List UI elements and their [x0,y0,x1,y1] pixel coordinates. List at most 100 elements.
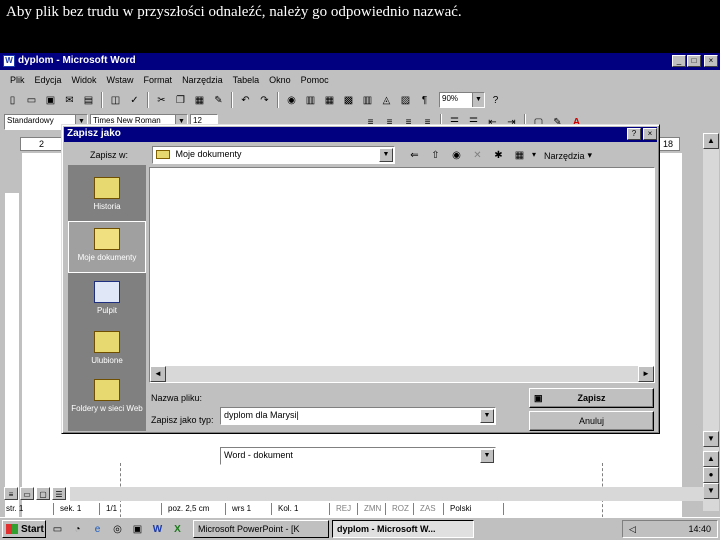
filetype-select[interactable]: Word - dokument ▼ [220,447,496,465]
status-ext[interactable]: ROZ [386,503,414,515]
spelling-icon[interactable]: ✓ [126,92,143,109]
help-icon[interactable]: ? [487,92,504,109]
print-preview-icon[interactable]: ◫ [107,92,124,109]
scroll-up-icon[interactable]: ▲ [703,133,719,149]
tools-label: Narzędzia [544,150,585,161]
normal-view-icon[interactable]: ≡ [4,487,18,500]
zoom-select[interactable]: 90% ▼ [439,92,485,108]
quicklaunch-channel-icon[interactable]: ◎ [109,521,126,538]
undo-icon[interactable]: ↶ [237,92,254,109]
speaker-icon[interactable]: ◁ [629,524,636,535]
minimize-button[interactable]: _ [672,55,686,67]
menu-narzedzia[interactable]: Narzędzia [182,75,223,85]
document-map-icon[interactable]: ▨ [397,92,414,109]
status-line: wrs 1 [226,503,272,515]
close-button[interactable]: × [704,55,718,67]
dialog-help-button[interactable]: ? [627,128,641,140]
search-web-icon[interactable]: ◉ [448,147,465,164]
menu-okno[interactable]: Okno [269,75,291,85]
chevron-down-icon[interactable]: ▼ [480,449,494,463]
place-historia[interactable]: Historia [68,171,146,223]
next-page-icon[interactable]: ▼ [703,483,719,499]
status-rec[interactable]: REJ [330,503,358,515]
status-trk[interactable]: ZMN [358,503,386,515]
word-app-icon[interactable]: W [3,55,15,67]
previous-page-icon[interactable]: ▲ [703,451,719,467]
hyperlink-icon[interactable]: ◉ [283,92,300,109]
email-icon[interactable]: ✉ [61,92,78,109]
quicklaunch-desktop-icon[interactable]: ▭ [49,521,66,538]
show-hide-icon[interactable]: ¶ [416,92,433,109]
scroll-right-icon[interactable]: ► [638,366,654,382]
insert-excel-icon[interactable]: ▩ [340,92,357,109]
file-list[interactable] [149,167,655,383]
paste-icon[interactable]: ▦ [191,92,208,109]
delete-icon[interactable]: ✕ [469,147,486,164]
up-folder-icon[interactable]: ⇧ [427,147,444,164]
menu-tabela[interactable]: Tabela [233,75,260,85]
cancel-button[interactable]: Anuluj [529,411,654,431]
chevron-down-icon[interactable]: ▼ [379,148,393,162]
tables-icon[interactable]: ▥ [302,92,319,109]
chevron-down-icon[interactable]: ▼ [480,409,494,423]
dialog-close-button[interactable]: × [643,128,657,140]
browse-object-icon[interactable]: ● [703,467,719,483]
cut-icon[interactable]: ✂ [153,92,170,109]
place-label: Ulubione [91,356,123,365]
outline-view-icon[interactable]: ☰ [52,487,66,500]
window-titlebar[interactable]: dyplom - Microsoft Word [0,53,720,70]
my-documents-folder-icon [94,228,120,250]
drawing-icon[interactable]: ◬ [378,92,395,109]
copy-icon[interactable]: ❐ [172,92,189,109]
horizontal-scrollbar[interactable] [70,487,704,501]
toolbar-separator [147,92,149,108]
place-ulubione[interactable]: Ulubione [68,325,146,377]
redo-icon[interactable]: ↷ [256,92,273,109]
quicklaunch-powerpoint-icon[interactable]: ▣ [129,521,146,538]
save-disk-icon[interactable]: ▣ [42,92,59,109]
task-powerpoint[interactable]: Microsoft PowerPoint - [K [193,520,329,538]
place-pulpit[interactable]: Pulpit [68,275,146,327]
maximize-button[interactable]: □ [687,55,701,67]
menu-wstaw[interactable]: Wstaw [107,75,134,85]
quicklaunch-outlook-icon[interactable]: ◔ [69,521,86,538]
save-button[interactable]: ▣ Zapisz [529,388,654,408]
vertical-scrollbar[interactable]: ▲ ▼ ▲ ● ▼ [703,133,719,511]
open-folder-icon[interactable]: ▭ [23,92,40,109]
menu-pomoc[interactable]: Pomoc [301,75,329,85]
place-moje-dokumenty[interactable]: Moje dokumenty [68,221,146,273]
place-web-folders[interactable]: Foldery w sieci Web [68,373,146,425]
dialog-titlebar[interactable]: Zapisz jako [64,127,657,142]
scroll-down-icon[interactable]: ▼ [703,431,719,447]
task-word[interactable]: dyplom - Microsoft W... [332,520,474,538]
new-document-icon[interactable]: ▯ [4,92,21,109]
status-column: Kol. 1 [272,503,330,515]
start-button[interactable]: Start [2,520,46,538]
menu-widok[interactable]: Widok [72,75,97,85]
back-arrow-icon[interactable]: ⇐ [406,147,423,164]
columns-icon[interactable]: ▥ [359,92,376,109]
new-folder-icon[interactable]: ✱ [490,147,507,164]
print-view-icon[interactable]: ▢ [36,487,50,500]
chevron-down-icon[interactable]: ▼ [472,93,484,107]
file-list-scrollbar[interactable]: ◄ ► [150,366,654,382]
quicklaunch-ie-icon[interactable]: e [89,521,106,538]
format-painter-icon[interactable]: ✎ [210,92,227,109]
menu-plik[interactable]: Plik [10,75,25,85]
quicklaunch-excel-icon[interactable]: X [169,521,186,538]
insert-table-icon[interactable]: ▦ [321,92,338,109]
status-ovr[interactable]: ZAS [414,503,444,515]
views-icon[interactable]: ▦ [511,147,528,164]
menu-edycja[interactable]: Edycja [35,75,62,85]
print-icon[interactable]: ▤ [80,92,97,109]
desktop-icon [94,281,120,303]
quicklaunch-word-icon[interactable]: W [149,521,166,538]
scroll-left-icon[interactable]: ◄ [150,366,166,382]
tools-menu[interactable]: Narzędzia ▾ [544,147,592,164]
menu-format[interactable]: Format [144,75,173,85]
style-value: Standardowy [7,116,54,125]
filename-input[interactable]: dyplom dla Marysi| ▼ [220,407,496,425]
save-in-select[interactable]: Moje dokumenty ▼ [152,146,395,164]
web-view-icon[interactable]: ▭ [20,487,34,500]
views-dropdown-icon[interactable]: ▾ [532,147,536,164]
